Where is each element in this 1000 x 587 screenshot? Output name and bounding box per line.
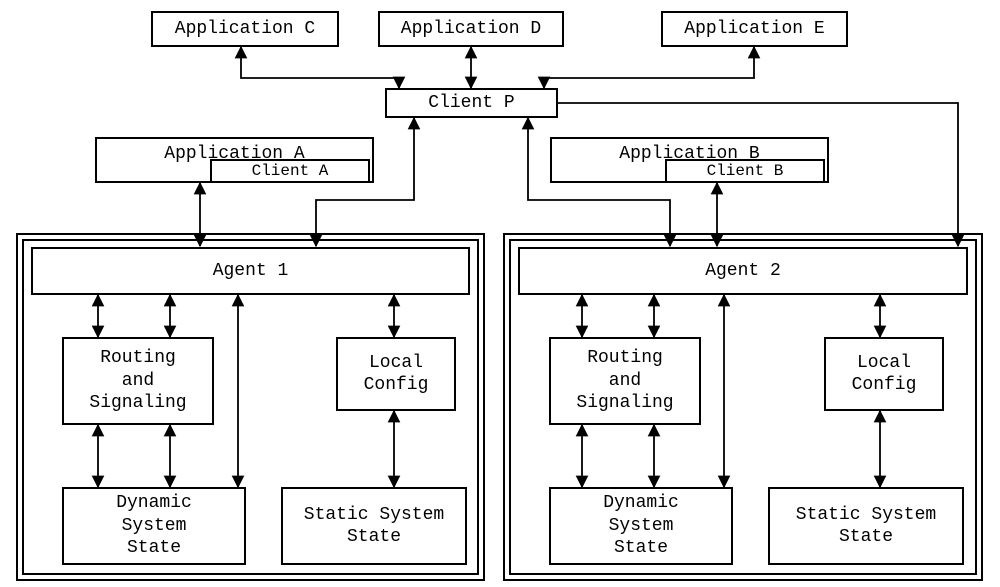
agent2-static-state-box: Static System State (768, 487, 964, 565)
client-p-box: Client P (385, 88, 558, 118)
agent2-local-config-label: Local Config (852, 352, 917, 397)
agent2-routing-label: Routing and Signaling (576, 347, 673, 415)
agent1-routing-label: Routing and Signaling (89, 347, 186, 415)
application-e-box: Application E (661, 11, 848, 47)
application-e-label: Application E (684, 18, 824, 41)
agent1-local-config-box: Local Config (336, 337, 456, 411)
agent2-label: Agent 2 (705, 260, 781, 283)
agent1-label: Agent 1 (213, 260, 289, 283)
agent2-routing-box: Routing and Signaling (549, 337, 701, 425)
agent1-static-state-box: Static System State (281, 487, 467, 565)
agent1-box: Agent 1 (31, 247, 470, 295)
application-d-box: Application D (378, 11, 564, 47)
application-c-box: Application C (151, 11, 339, 47)
client-a-box: Client A (210, 159, 370, 183)
application-c-label: Application C (175, 18, 315, 41)
application-d-label: Application D (401, 18, 541, 41)
agent1-local-config-label: Local Config (364, 352, 429, 397)
client-a-label: Client A (252, 161, 329, 181)
agent2-static-state-label: Static System State (796, 504, 936, 549)
client-p-label: Client P (428, 92, 514, 115)
agent2-dynamic-state-label: Dynamic System State (603, 492, 679, 560)
agent1-dynamic-state-label: Dynamic System State (116, 492, 192, 560)
agent2-dynamic-state-box: Dynamic System State (549, 487, 733, 565)
agent2-local-config-box: Local Config (824, 337, 944, 411)
agent1-dynamic-state-box: Dynamic System State (62, 487, 246, 565)
agent1-static-state-label: Static System State (304, 504, 444, 549)
client-b-box: Client B (665, 159, 825, 183)
agent1-routing-box: Routing and Signaling (62, 337, 214, 425)
agent2-box: Agent 2 (518, 247, 968, 295)
client-b-label: Client B (707, 161, 784, 181)
